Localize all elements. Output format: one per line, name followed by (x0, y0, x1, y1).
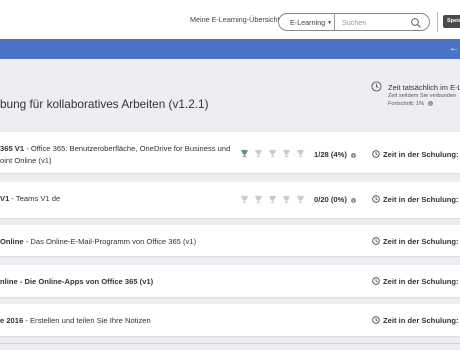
module-card[interactable]: e 2016 - Erstellen und teilen Sie Ihre N… (0, 304, 460, 336)
progress-label: Fortschritt: (388, 101, 415, 107)
module-description: - Office 365: Benutzeroberfläche, OneDri… (24, 144, 231, 153)
info-icon[interactable]: i (427, 101, 433, 106)
module-code: V1 (0, 194, 10, 203)
module-score: 0/20 (0%) i (314, 195, 357, 204)
trophy-icon (240, 195, 249, 204)
trophy-icon (254, 149, 263, 158)
search-bar: E-Learning ▼ Suchen (278, 13, 430, 31)
trophy-icon (240, 149, 249, 158)
clock-icon (371, 81, 382, 92)
module-score: 1/28 (4%) i (314, 150, 357, 159)
save-button[interactable]: Speic (443, 15, 460, 28)
trophy-icon (296, 195, 305, 204)
module-card[interactable]: 365 V1 - Office 365: Benutzeroberfläche,… (0, 132, 460, 173)
course-title: bung für kollaboratives Arbeiten (v1.2.1… (0, 97, 209, 111)
time-actual-label: Zeit tatsächlich im E-L (388, 83, 460, 92)
clock-icon (372, 150, 380, 158)
search-category-dropdown[interactable]: E-Learning ▼ (290, 18, 332, 27)
module-score-value: 1/28 (4%) (314, 150, 347, 159)
module-title: e 2016 - Erstellen und teilen Sie Ihre N… (0, 316, 151, 325)
trophy-icon (282, 195, 291, 204)
module-time-label: Zeit in der Schulung: 00 (383, 277, 460, 286)
trophy-icon (254, 195, 263, 204)
trophy-icon (268, 149, 277, 158)
divider (0, 343, 460, 344)
module-score-value: 0/20 (0%) (314, 195, 347, 204)
progress-indicator: Fortschritt: 1% i (388, 101, 433, 107)
module-title: nline - Die Online-Apps von Office 365 (… (0, 277, 153, 286)
module-description: - Das Online-E-Mail-Programm von Office … (23, 237, 197, 246)
trophy-icon (296, 149, 305, 158)
progress-value: 1% (415, 101, 425, 107)
search-icon[interactable] (410, 17, 422, 29)
clock-icon (372, 195, 380, 203)
trophy-row (240, 195, 305, 204)
module-code: e 2016 (0, 316, 24, 325)
module-description: - Erstellen und teilen Sie Ihre Notizen (23, 316, 151, 325)
module-description: - Teams V1 de (9, 194, 61, 203)
module-code: nline - Die Online-Apps von Office 365 (… (0, 277, 154, 286)
module-title: 365 V1 - Office 365: Benutzeroberfläche,… (0, 144, 230, 153)
module-title: Online - Das Online-E-Mail-Programm von … (0, 237, 196, 246)
module-code: Online (0, 237, 24, 246)
nav-elearning-overview-label: Meine E-Learning-Übersicht (190, 15, 280, 24)
module-title: V1 - Teams V1 de (0, 194, 60, 203)
clock-icon (372, 277, 380, 285)
trophy-icon (282, 149, 291, 158)
module-title-line2: oint Online (v1) (0, 156, 52, 165)
module-card[interactable]: nline - Die Online-Apps von Office 365 (… (0, 265, 460, 297)
time-since-label: Zeit seitdem Sie verbunden (388, 93, 457, 99)
module-code: 365 V1 (0, 144, 25, 153)
module-time-label: Zeit in der Schulung: 00 (383, 237, 460, 246)
search-divider (334, 14, 335, 30)
module-time-label: Zeit in der Schulung: 00 (383, 150, 460, 159)
clock-icon (372, 316, 380, 324)
trophy-row (240, 149, 305, 158)
module-card[interactable]: V1 - Teams V1 de 0/20 (0%) i Zeit in der… (0, 182, 460, 218)
chevron-down-icon: ▼ (327, 20, 333, 26)
header-divider (437, 12, 438, 32)
top-navigation-bar: Meine E-Learning-Übersicht▼ E-Learning▼ … (0, 0, 460, 39)
module-card[interactable]: Online - Das Online-E-Mail-Programm von … (0, 225, 460, 256)
info-icon[interactable]: i (351, 198, 357, 203)
clock-icon (372, 237, 380, 245)
search-category-label: E-Learning (290, 18, 326, 27)
arrow-left-icon[interactable]: ← (449, 44, 459, 54)
module-time-label: Zeit in der Schulung: 00 (383, 316, 460, 325)
nav-elearning-overview[interactable]: Meine E-Learning-Übersicht▼ (190, 15, 286, 24)
module-time-label: Zeit in der Schulung: 00 (383, 195, 460, 204)
course-toolbar: ← (0, 39, 460, 59)
info-icon[interactable]: i (351, 153, 357, 158)
trophy-icon (268, 195, 277, 204)
search-input[interactable]: Suchen (342, 18, 366, 27)
